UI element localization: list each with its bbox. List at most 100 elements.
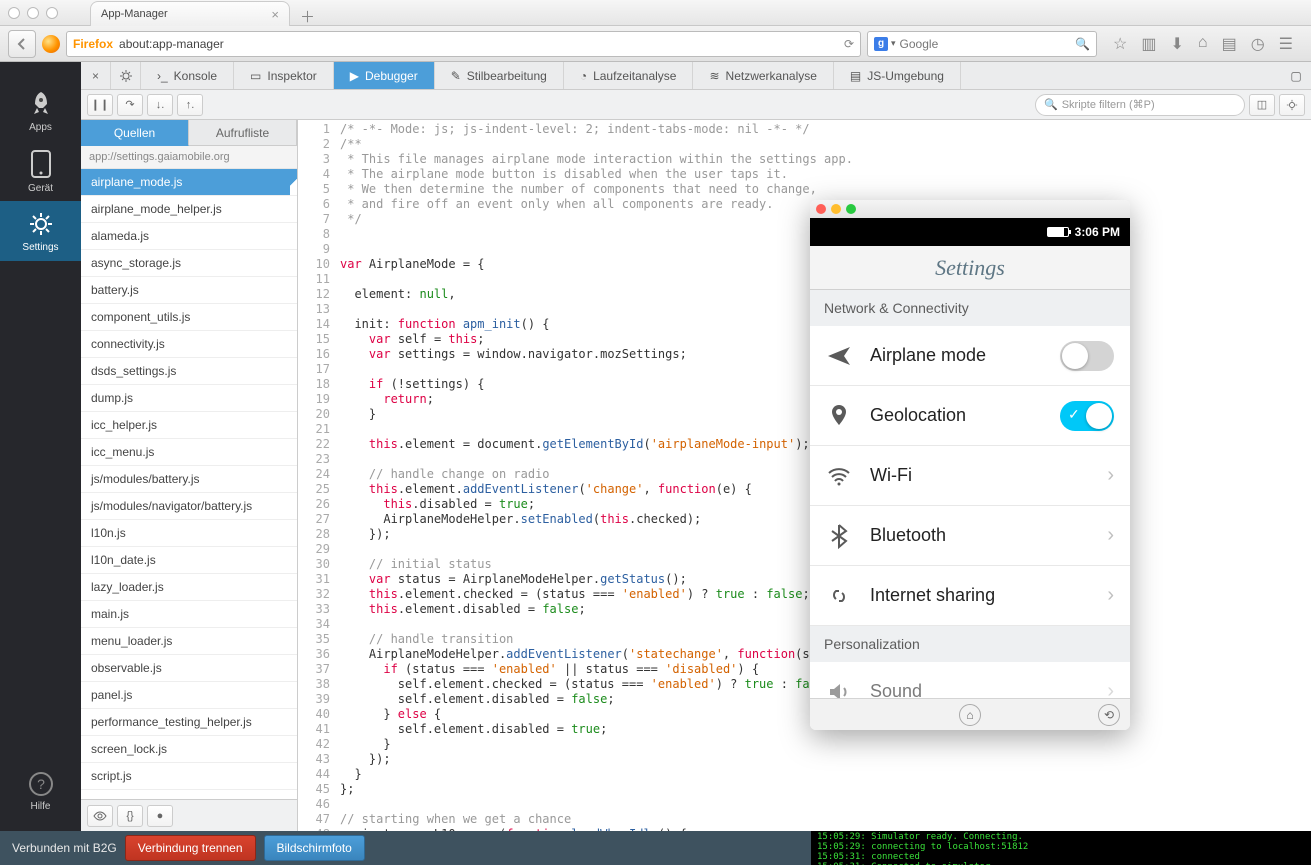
- source-file[interactable]: lazy_loader.js: [81, 574, 297, 601]
- traffic-lights[interactable]: [8, 7, 58, 19]
- script-filter-input[interactable]: 🔍 Skripte filtern (⌘P): [1035, 94, 1245, 116]
- step-out-button[interactable]: ↑.: [177, 94, 203, 116]
- sidebar-item-gerät[interactable]: Gerät: [0, 141, 81, 201]
- sidebar-item-settings[interactable]: Settings: [0, 201, 81, 261]
- profiler-icon: ◔: [580, 69, 587, 83]
- pause-button[interactable]: ❙❙: [87, 94, 113, 116]
- source-file[interactable]: js/modules/battery.js: [81, 466, 297, 493]
- source-file[interactable]: main.js: [81, 601, 297, 628]
- source-file[interactable]: l10n.js: [81, 520, 297, 547]
- back-arrow-icon: [15, 37, 29, 51]
- back-button[interactable]: [8, 30, 36, 58]
- source-file[interactable]: js/modules/navigator/battery.js: [81, 493, 297, 520]
- search-placeholder: Google: [900, 37, 939, 51]
- browser-tab[interactable]: App-Manager ×: [90, 1, 290, 26]
- source-file[interactable]: airplane_mode_helper.js: [81, 196, 297, 223]
- toggle-breakpoints-button[interactable]: ●: [147, 805, 173, 827]
- menu-icon[interactable]: ☰: [1279, 34, 1293, 54]
- sim-close-icon[interactable]: [816, 204, 826, 214]
- home-icon[interactable]: ⌂: [1198, 34, 1208, 54]
- devtools-tab-scratchpad[interactable]: ▤JS-Umgebung: [834, 62, 961, 89]
- bluetooth-icon: [826, 523, 852, 549]
- sidebar-item-apps[interactable]: Apps: [0, 81, 81, 141]
- source-file[interactable]: async_storage.js: [81, 250, 297, 277]
- disconnect-button[interactable]: Verbindung trennen: [125, 835, 256, 861]
- gear-icon: [1286, 99, 1298, 111]
- source-file[interactable]: icc_menu.js: [81, 439, 297, 466]
- minimize-window-icon[interactable]: [27, 7, 39, 19]
- step-in-button[interactable]: ↓.: [147, 94, 173, 116]
- source-file[interactable]: dump.js: [81, 385, 297, 412]
- toolbar-icon-group: ☆ ▥ ⬇ ⌂ ▤ ◷ ☰: [1103, 34, 1303, 54]
- devtools-tab-inspector[interactable]: ▭Inspektor: [234, 62, 334, 89]
- source-file[interactable]: connectivity.js: [81, 331, 297, 358]
- source-file[interactable]: screen_lock.js: [81, 736, 297, 763]
- debugger-settings-button[interactable]: [1279, 94, 1305, 116]
- source-file[interactable]: panel.js: [81, 682, 297, 709]
- source-file[interactable]: observable.js: [81, 655, 297, 682]
- step-over-button[interactable]: ↷: [117, 94, 143, 116]
- code-editor[interactable]: 1234567891011121314151617181920212223242…: [298, 120, 1311, 831]
- devtools-tab-debugger[interactable]: ▶Debugger: [334, 62, 435, 89]
- tab-aufrufliste[interactable]: Aufrufliste: [189, 120, 297, 146]
- sidebar-help[interactable]: ? Hilfe: [0, 761, 81, 821]
- eye-icon: [93, 811, 107, 821]
- svg-text:?: ?: [37, 776, 45, 792]
- search-box[interactable]: g ▾ Google 🔍: [867, 31, 1097, 57]
- bookmark-star-icon[interactable]: ☆: [1113, 34, 1127, 54]
- source-file[interactable]: airplane_mode.js: [81, 169, 297, 196]
- search-icon[interactable]: 🔍: [1075, 37, 1090, 51]
- source-file[interactable]: alameda.js: [81, 223, 297, 250]
- row-airplane-mode[interactable]: Airplane mode: [810, 326, 1130, 386]
- app-manager-sidebar: AppsGerätSettings ? Hilfe: [0, 62, 81, 831]
- source-file[interactable]: performance_testing_helper.js: [81, 709, 297, 736]
- source-file[interactable]: icc_helper.js: [81, 412, 297, 439]
- tab-quellen[interactable]: Quellen: [81, 120, 189, 146]
- source-file[interactable]: component_utils.js: [81, 304, 297, 331]
- source-file[interactable]: battery.js: [81, 277, 297, 304]
- zoom-window-icon[interactable]: [46, 7, 58, 19]
- screenshot-button[interactable]: Bildschirmfoto: [264, 835, 365, 861]
- devtools-tab-console[interactable]: ›_Konsole: [141, 62, 234, 89]
- geolocation-toggle[interactable]: [1060, 401, 1114, 431]
- sidebar-toggle-icon[interactable]: ▥: [1141, 34, 1156, 54]
- airplane-toggle[interactable]: [1060, 341, 1114, 371]
- row-bluetooth[interactable]: Bluetooth ›: [810, 506, 1130, 566]
- chevron-right-icon: ›: [1107, 524, 1114, 547]
- source-file-list[interactable]: airplane_mode.jsairplane_mode_helper.jsa…: [81, 169, 297, 799]
- row-geolocation[interactable]: Geolocation: [810, 386, 1130, 446]
- devtools-options-button[interactable]: [111, 62, 141, 89]
- url-bar[interactable]: Firefox about:app-manager ⟳: [66, 31, 861, 57]
- firefox-logo-icon: [42, 35, 60, 53]
- history-icon[interactable]: ◷: [1251, 34, 1265, 54]
- sim-minimize-icon[interactable]: [831, 204, 841, 214]
- devtools-tab-style[interactable]: ✎Stilbearbeitung: [435, 62, 564, 89]
- reload-icon[interactable]: ⟳: [844, 37, 854, 51]
- dropdown-caret-icon[interactable]: ▾: [891, 38, 896, 49]
- row-wifi[interactable]: Wi-Fi ›: [810, 446, 1130, 506]
- toggle-blackbox-button[interactable]: [87, 805, 113, 827]
- bookmarks-menu-icon[interactable]: ▤: [1222, 34, 1237, 54]
- source-file[interactable]: menu_loader.js: [81, 628, 297, 655]
- sim-rotate-button[interactable]: ⟲: [1098, 704, 1120, 726]
- devtools-tab-profiler[interactable]: ◔Laufzeitanalyse: [564, 62, 694, 89]
- row-internet-sharing[interactable]: Internet sharing ›: [810, 566, 1130, 626]
- devtools-dock-button[interactable]: ▢: [1281, 62, 1311, 89]
- simulator-window[interactable]: 3:06 PM Settings Network & Connectivity …: [810, 200, 1130, 730]
- downloads-icon[interactable]: ⬇: [1170, 34, 1183, 54]
- source-file[interactable]: script.js: [81, 763, 297, 790]
- devtools-tab-network[interactable]: ≋Netzwerkanalyse: [693, 62, 833, 89]
- pretty-print-button[interactable]: {}: [117, 805, 143, 827]
- sim-zoom-icon[interactable]: [846, 204, 856, 214]
- simulator-title-bar[interactable]: [810, 200, 1130, 218]
- sim-home-button[interactable]: ⌂: [959, 704, 981, 726]
- new-tab-button[interactable]: ＋: [300, 6, 315, 27]
- toggle-panes-button[interactable]: ◫: [1249, 94, 1275, 116]
- source-file[interactable]: l10n_date.js: [81, 547, 297, 574]
- help-icon: ?: [28, 771, 54, 797]
- close-tab-icon[interactable]: ×: [271, 7, 279, 22]
- devtools-tab-bar: × ›_Konsole▭Inspektor▶Debugger✎Stilbearb…: [0, 62, 1311, 90]
- devtools-close-button[interactable]: ×: [81, 62, 111, 89]
- close-window-icon[interactable]: [8, 7, 20, 19]
- source-file[interactable]: dsds_settings.js: [81, 358, 297, 385]
